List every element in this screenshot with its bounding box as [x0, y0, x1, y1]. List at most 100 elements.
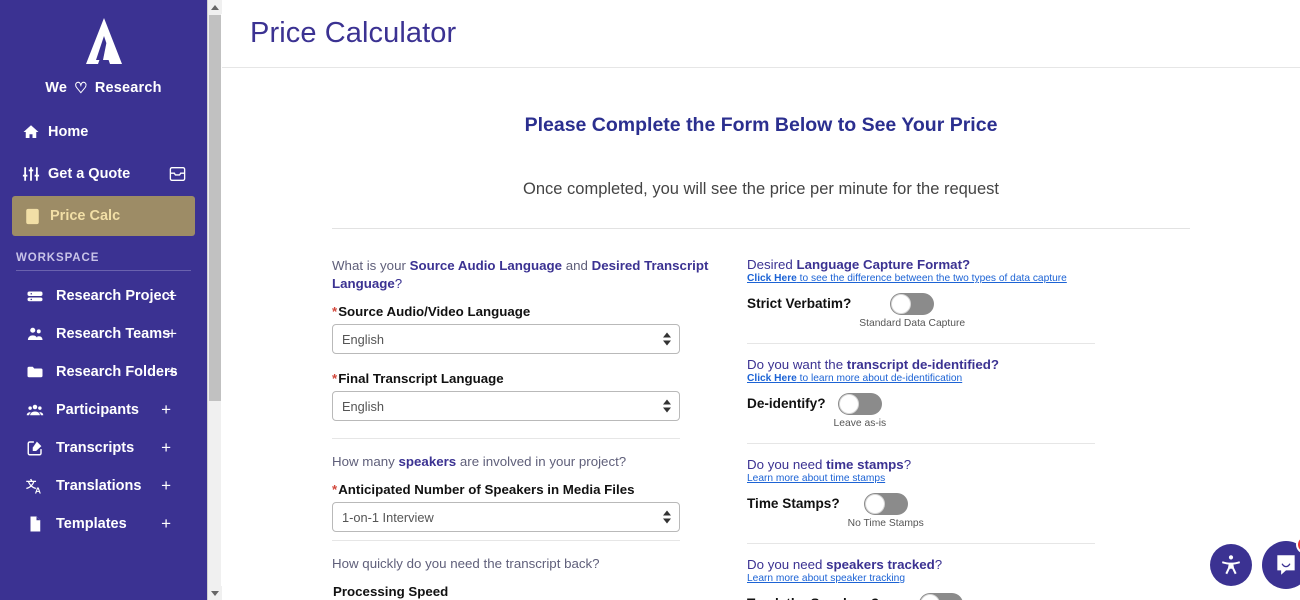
- sidebar-item-research-folders[interactable]: Research Folders +: [0, 353, 207, 391]
- question-time-stamps: Do you need time stamps?: [747, 457, 1262, 472]
- brand-logo[interactable]: [0, 0, 207, 78]
- chevron-updown-icon[interactable]: [663, 399, 671, 413]
- add-icon[interactable]: +: [167, 286, 177, 306]
- question-speakers: How many speakers are involved in your p…: [332, 453, 742, 471]
- add-icon[interactable]: +: [161, 476, 171, 496]
- page-title: Price Calculator: [250, 17, 457, 49]
- sidebar-item-transcripts[interactable]: Transcripts +: [0, 429, 207, 467]
- sidebar-item-translations[interactable]: 文 A Translations +: [0, 467, 207, 505]
- people-icon: [26, 325, 56, 343]
- add-icon[interactable]: +: [161, 438, 171, 458]
- g1-q-pre: Desired: [747, 257, 797, 272]
- track-speakers-toggle[interactable]: [919, 593, 964, 600]
- sidebar-item-home[interactable]: Home: [10, 112, 197, 152]
- workspace-divider: [16, 270, 191, 271]
- right-section-divider-3: [747, 543, 1095, 544]
- sidebar-item-label: Translations: [56, 478, 142, 494]
- g3-q-post: ?: [903, 457, 912, 472]
- de-identify-toggle[interactable]: [837, 393, 882, 415]
- toggle-caption: Leave as-is: [833, 418, 887, 429]
- chat-bubble-icon: [1277, 555, 1295, 575]
- calculator-icon: [24, 208, 50, 225]
- number-of-speakers-select[interactable]: 1-on-1 Interview: [332, 502, 680, 532]
- toggle-group: No, Do Not Track Them: [887, 593, 995, 600]
- page-header: Price Calculator: [222, 0, 1300, 68]
- add-icon[interactable]: +: [161, 400, 171, 420]
- final-transcript-language-select[interactable]: English: [332, 391, 680, 421]
- intro-subheading: Once completed, you will see the price p…: [523, 180, 999, 198]
- link-speaker-tracking-info[interactable]: Learn more about speaker tracking: [747, 573, 1262, 584]
- question-speakers-tracked: Do you need speakers tracked?: [747, 557, 1262, 572]
- group-icon: [26, 401, 56, 419]
- label-anticipated-speakers: *Anticipated Number of Speakers in Media…: [332, 482, 742, 497]
- chevron-updown-icon[interactable]: [663, 510, 671, 524]
- link-de-identification-info[interactable]: Click Here to learn more about de-identi…: [747, 373, 1262, 384]
- time-stamps-toggle[interactable]: [863, 493, 908, 515]
- sidebar-item-templates[interactable]: Templates +: [0, 505, 207, 543]
- add-icon[interactable]: +: [161, 514, 171, 534]
- g2-link-bold: Click Here: [747, 373, 797, 384]
- server-icon: [26, 287, 56, 305]
- source-language-select[interactable]: English: [332, 324, 680, 354]
- right-section-divider-1: [747, 343, 1095, 344]
- scroll-up-button[interactable]: [208, 0, 222, 14]
- add-icon[interactable]: +: [167, 362, 177, 382]
- g4-q-bold: speakers tracked: [826, 557, 935, 572]
- sidebar-item-research-teams[interactable]: Research Teams +: [0, 315, 207, 353]
- q1-text-3: ?: [394, 276, 403, 291]
- form-right-column: Desired Language Capture Format? Click H…: [742, 257, 1262, 600]
- sidebar-item-get-a-quote[interactable]: Get a Quote: [10, 154, 197, 194]
- q2-text-2: are involved in your project?: [456, 454, 627, 469]
- toggle-row-de-identify: De-identify? Leave as-is: [747, 393, 1262, 429]
- sidebar-item-label: Price Calc: [50, 208, 121, 224]
- sidebar-item-research-project[interactable]: Research Project +: [0, 277, 207, 315]
- g3-q-bold: time stamps: [826, 457, 904, 472]
- translate-icon: 文 A: [26, 477, 56, 496]
- g1-q-bold: Language Capture Format?: [796, 257, 971, 272]
- triangle-a-logo-icon: [85, 18, 122, 64]
- intro-heading: Please Complete the Form Below to See Yo…: [524, 114, 998, 136]
- accessibility-button[interactable]: [1210, 544, 1252, 586]
- toggle-knob: [920, 594, 941, 600]
- heart-icon: ♡: [74, 79, 88, 97]
- question-de-identified: Do you want the transcript de-identified…: [747, 357, 1262, 372]
- accessibility-person-icon: [1222, 555, 1240, 575]
- chevron-updown-icon[interactable]: [663, 332, 671, 346]
- g2-q-pre: Do you want the: [747, 357, 847, 372]
- sidebar-scrollbar[interactable]: [207, 0, 222, 600]
- toggle-caption: Standard Data Capture: [859, 318, 966, 329]
- g4-q-post: ?: [934, 557, 943, 572]
- add-icon[interactable]: +: [167, 324, 177, 344]
- toggle-row-track-speakers: Track the Speakers? No, Do Not Track The…: [747, 593, 1262, 600]
- toggle-caption: No Time Stamps: [847, 518, 924, 529]
- inbox-icon[interactable]: [168, 165, 187, 184]
- toggle-group: Leave as-is: [833, 393, 887, 429]
- toggle-group: Standard Data Capture: [859, 293, 965, 329]
- link-data-capture-info[interactable]: Click Here to see the difference between…: [747, 273, 1262, 284]
- g1-link-bold: Click Here: [747, 273, 797, 284]
- select-value: 1-on-1 Interview: [342, 509, 434, 525]
- scrollbar-thumb[interactable]: [209, 15, 221, 401]
- sidebar-item-participants[interactable]: Participants +: [0, 391, 207, 429]
- required-marker: *: [332, 371, 338, 386]
- brand-tagline-pre: We: [45, 80, 68, 96]
- sidebar-item-label: Research Project: [56, 288, 175, 304]
- scroll-down-button[interactable]: [208, 586, 222, 600]
- sidebar: We ♡ Research Home Get a Quote Price Cal…: [0, 0, 207, 600]
- left-section-divider-2: [332, 540, 680, 541]
- sidebar-item-price-calc[interactable]: Price Calc: [12, 196, 195, 236]
- toggle-row-strict-verbatim: Strict Verbatim? Standard Data Capture: [747, 293, 1262, 329]
- link-time-stamps-info[interactable]: Learn more about time stamps: [747, 473, 1262, 484]
- label-processing-speed: Processing Speed: [332, 584, 742, 599]
- q1-text-2: and: [562, 258, 592, 273]
- q3-text-1: How quickly do you need the transcript b…: [332, 556, 600, 571]
- svg-text:A: A: [35, 485, 42, 495]
- app-root: We ♡ Research Home Get a Quote Price Cal…: [0, 0, 1300, 600]
- strict-verbatim-toggle[interactable]: [890, 293, 935, 315]
- left-section-divider-1: [332, 438, 680, 439]
- brand-tagline: We ♡ Research: [0, 78, 207, 98]
- toggle-row-time-stamps: Time Stamps? No Time Stamps: [747, 493, 1262, 529]
- question-language-capture-format: Desired Language Capture Format?: [747, 257, 1262, 272]
- main-content: Price Calculator Please Complete the For…: [222, 0, 1300, 600]
- toggle-label-time-stamps: Time Stamps?: [747, 496, 840, 511]
